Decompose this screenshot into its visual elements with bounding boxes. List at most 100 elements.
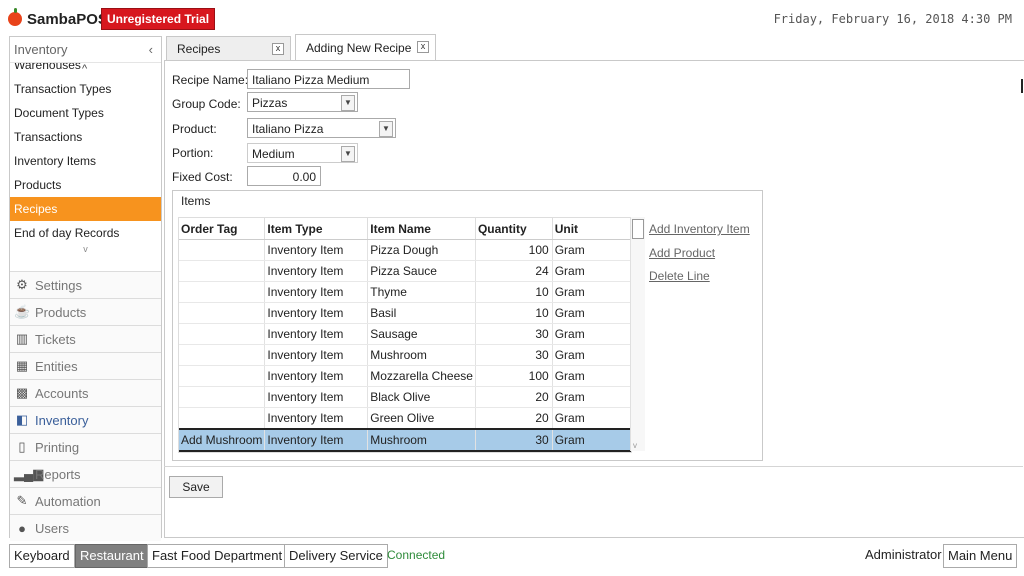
cell-quantity[interactable]: 30 bbox=[475, 344, 553, 366]
cell-unit[interactable]: Gram bbox=[552, 302, 631, 324]
table-row[interactable]: Inventory Item Thyme 10 Gram bbox=[179, 281, 631, 303]
tab-recipes[interactable]: Recipes x bbox=[166, 36, 291, 61]
sidebar-section-products[interactable]: ☕ Products bbox=[10, 298, 161, 325]
sidebar-item-transactions[interactable]: Transactions bbox=[10, 125, 161, 149]
cell-item-type[interactable]: Inventory Item bbox=[264, 386, 369, 408]
fast-food-department-button[interactable]: Fast Food Department bbox=[147, 544, 288, 568]
table-row[interactable]: Inventory Item Sausage 30 Gram bbox=[179, 323, 631, 345]
scroll-down-arrow-icon[interactable]: v bbox=[633, 441, 637, 450]
chevron-down-icon[interactable]: ▼ bbox=[379, 121, 393, 137]
cell-quantity[interactable]: 20 bbox=[475, 386, 553, 408]
table-row[interactable]: Inventory Item Pizza Dough 100 Gram bbox=[179, 239, 631, 261]
cell-order-tag[interactable] bbox=[179, 323, 266, 345]
cell-order-tag[interactable] bbox=[179, 386, 266, 408]
table-row[interactable]: Inventory Item Mushroom 30 Gram bbox=[179, 344, 631, 366]
cell-item-type[interactable]: Inventory Item bbox=[264, 302, 369, 324]
add-product-link[interactable]: Add Product bbox=[649, 246, 715, 260]
cell-unit[interactable]: Gram bbox=[552, 260, 631, 282]
cell-unit[interactable]: Gram bbox=[552, 344, 631, 366]
fixed-cost-input[interactable]: 0.00 bbox=[247, 166, 321, 186]
sidebar-section-accounts[interactable]: ▩ Accounts bbox=[10, 379, 161, 406]
add-inventory-item-link[interactable]: Add Inventory Item bbox=[649, 222, 750, 236]
chevron-down-icon[interactable]: ▼ bbox=[341, 95, 355, 111]
keyboard-button[interactable]: Keyboard bbox=[9, 544, 75, 568]
cell-order-tag[interactable] bbox=[179, 260, 266, 282]
sidebar-section-entities[interactable]: ▦ Entities bbox=[10, 352, 161, 379]
cell-quantity[interactable]: 20 bbox=[475, 407, 553, 430]
cell-quantity[interactable]: 30 bbox=[475, 428, 553, 452]
table-row[interactable]: Inventory Item Pizza Sauce 24 Gram bbox=[179, 260, 631, 282]
cell-item-type[interactable]: Inventory Item bbox=[264, 260, 369, 282]
close-icon[interactable]: x bbox=[272, 43, 284, 55]
cell-item-type[interactable]: Inventory Item bbox=[264, 281, 369, 303]
sidebar-section-reports[interactable]: ▂▄▆ Reports bbox=[10, 460, 161, 487]
sidebar-item-recipes[interactable]: Recipes bbox=[10, 197, 161, 221]
column-header-order-tag[interactable]: Order Tag bbox=[179, 218, 266, 240]
cell-item-name[interactable]: Thyme bbox=[367, 281, 476, 303]
cell-order-tag[interactable] bbox=[179, 365, 266, 387]
sidebar-item-inventory-items[interactable]: Inventory Items bbox=[10, 149, 161, 173]
column-header-unit[interactable]: Unit bbox=[552, 218, 631, 240]
sidebar-item-document-types[interactable]: Document Types bbox=[10, 101, 161, 125]
cell-quantity[interactable]: 10 bbox=[475, 302, 553, 324]
sidebar-section-users[interactable]: ● Users bbox=[10, 514, 161, 541]
cell-item-type[interactable]: Inventory Item bbox=[264, 323, 369, 345]
sidebar-section-settings[interactable]: ⚙ Settings bbox=[10, 271, 161, 298]
sidebar-item-end-of-day-records[interactable]: End of day Records bbox=[10, 221, 161, 245]
cell-quantity[interactable]: 100 bbox=[475, 365, 553, 387]
cell-item-name[interactable]: Green Olive bbox=[367, 407, 476, 430]
cell-unit[interactable]: Gram bbox=[552, 239, 631, 261]
cell-quantity[interactable]: 10 bbox=[475, 281, 553, 303]
cell-item-name[interactable]: Sausage bbox=[367, 323, 476, 345]
cell-item-type[interactable]: Inventory Item bbox=[264, 344, 369, 366]
table-row[interactable]: Inventory Item Mozzarella Cheese 100 Gram bbox=[179, 365, 631, 387]
table-row[interactable]: Inventory Item Black Olive 20 Gram bbox=[179, 386, 631, 408]
scrollbar-thumb[interactable] bbox=[632, 219, 644, 239]
cell-item-name[interactable]: Mushroom bbox=[367, 428, 476, 452]
cell-order-tag[interactable] bbox=[179, 407, 266, 430]
table-row-selected[interactable]: Add Mushroom Inventory Item Mushroom 30 Gram bbox=[179, 428, 631, 452]
cell-unit[interactable]: Gram bbox=[552, 281, 631, 303]
portion-combo[interactable]: Medium ▼ bbox=[247, 143, 358, 163]
cell-unit[interactable]: Gram bbox=[552, 365, 631, 387]
sidebar-item-products[interactable]: Products bbox=[10, 173, 161, 197]
close-icon[interactable]: x bbox=[417, 41, 429, 53]
cell-item-name[interactable]: Pizza Sauce bbox=[367, 260, 476, 282]
main-menu-button[interactable]: Main Menu bbox=[943, 544, 1018, 568]
recipe-name-input[interactable]: Italiano Pizza Medium Recipe bbox=[247, 69, 410, 107]
cell-item-type[interactable]: Inventory Item bbox=[264, 407, 369, 430]
column-header-item-type[interactable]: Item Type bbox=[264, 218, 369, 240]
sidebar-item-transaction-types[interactable]: Transaction Types bbox=[10, 77, 161, 101]
cell-item-name[interactable]: Pizza Dough bbox=[367, 239, 476, 261]
delete-line-link[interactable]: Delete Line bbox=[649, 269, 710, 283]
cell-item-type[interactable]: Inventory Item bbox=[264, 428, 369, 452]
cell-order-tag[interactable] bbox=[179, 281, 266, 303]
cell-quantity[interactable]: 24 bbox=[475, 260, 553, 282]
cell-unit[interactable]: Gram bbox=[552, 428, 631, 452]
cell-item-name[interactable]: Mushroom bbox=[367, 344, 476, 366]
group-code-combo[interactable]: Pizzas ▼ bbox=[247, 92, 358, 112]
table-row[interactable]: Inventory Item Basil 10 Gram bbox=[179, 302, 631, 324]
column-header-quantity[interactable]: Quantity bbox=[475, 218, 553, 240]
cell-unit[interactable]: Gram bbox=[552, 407, 631, 430]
cell-item-name[interactable]: Mozzarella Cheese bbox=[367, 365, 476, 387]
sidebar-header[interactable]: Inventory ‹ bbox=[10, 37, 161, 63]
cell-order-tag[interactable] bbox=[179, 302, 266, 324]
scroll-down-icon[interactable]: v bbox=[10, 245, 161, 255]
grid-scrollbar[interactable]: v bbox=[630, 217, 645, 451]
sidebar-section-automation[interactable]: ✎ Automation bbox=[10, 487, 161, 514]
cell-order-tag[interactable]: Add Mushroom bbox=[179, 428, 266, 452]
cell-item-type[interactable]: Inventory Item bbox=[264, 365, 369, 387]
collapse-icon[interactable]: ‹ bbox=[149, 42, 153, 57]
cell-order-tag[interactable] bbox=[179, 344, 266, 366]
column-header-item-name[interactable]: Item Name bbox=[367, 218, 476, 240]
cell-item-type[interactable]: Inventory Item bbox=[264, 239, 369, 261]
cell-item-name[interactable]: Black Olive bbox=[367, 386, 476, 408]
cell-item-name[interactable]: Basil bbox=[367, 302, 476, 324]
sidebar-section-tickets[interactable]: ▥ Tickets bbox=[10, 325, 161, 352]
table-row[interactable]: Inventory Item Green Olive 20 Gram bbox=[179, 407, 631, 430]
cell-quantity[interactable]: 30 bbox=[475, 323, 553, 345]
restaurant-button[interactable]: Restaurant bbox=[75, 544, 149, 568]
tab-adding-new-recipe[interactable]: Adding New Recipe x bbox=[295, 34, 436, 61]
save-button[interactable]: Save bbox=[169, 476, 223, 498]
